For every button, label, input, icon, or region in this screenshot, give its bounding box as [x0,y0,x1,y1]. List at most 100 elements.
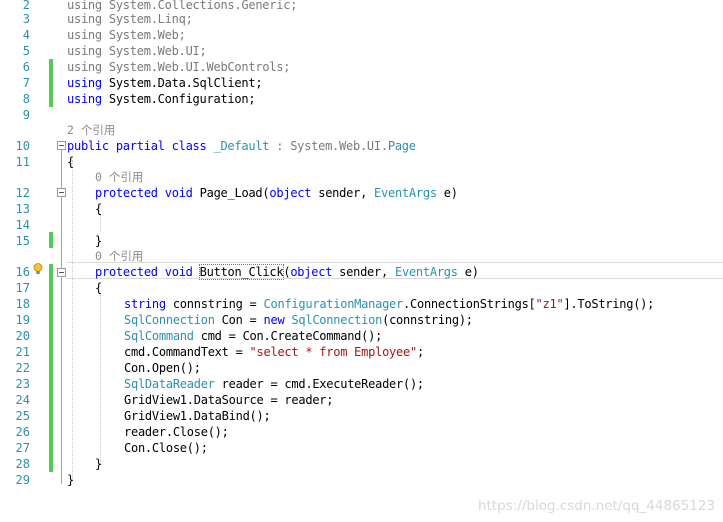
code-line-12: 12 protected void Page_Load(object sende… [0,185,723,201]
code-line-15: 15 } [0,233,723,249]
close-brace: } [67,473,74,487]
namespace: System.Configuration; [108,92,256,106]
type-name: SqlDataReader [124,377,215,391]
line-number: 7 [22,76,30,90]
code-line-4: 4 using System.Web; [0,27,723,43]
param-type: EventArgs [394,265,458,279]
line-number: 3 [22,12,30,26]
type-name: ConfigurationManager [263,297,404,311]
line-number: 23 [15,377,30,391]
code-text: Con.Close(); [124,441,208,455]
line-number: 15 [15,234,30,248]
codelens-class[interactable]: 2 个引用 [0,122,723,138]
method-modifiers: protected void [95,186,193,200]
code-text: Con.Open(); [124,361,201,375]
namespace: System.Web; [108,28,186,42]
watermark: https://blog.csdn.net/qq_44865123 [477,498,715,514]
code-line-23: 23 SqlDataReader reader = cmd.ExecuteRea… [0,376,723,392]
open-brace: { [67,155,74,169]
line-number: 28 [15,457,30,471]
code-text: ; [416,345,424,359]
code-line-10: 10 public partial class _Default : Syste… [0,138,723,154]
references-count[interactable]: 0 个引用 [95,248,143,264]
code-line-3: 3 using System.Linq; [0,11,723,27]
code-line-8: 8 using System.Configuration; [0,91,723,107]
param-text: e) [457,265,479,279]
line-number: 12 [15,186,30,200]
code-line-5: 5 using System.Web.UI; [0,43,723,59]
namespace: System.Linq; [108,12,193,26]
line-number: 10 [15,139,30,153]
code-text: cmd.CommandText = [124,345,250,359]
line-number: 27 [15,441,30,455]
namespace: System.Data.SqlClient; [108,76,263,90]
code-line-24: 24 GridView1.DataSource = reader; [0,392,723,408]
line-number: 20 [15,329,30,343]
code-text: reader.Close(); [124,425,229,439]
line-number: 4 [22,28,30,42]
namespace: System.Web.UI.WebControls; [108,60,291,74]
code-text: GridView1.DataBind(); [124,409,271,423]
object-keyword: object [290,265,333,279]
codelens-page-load[interactable]: 0 个引用 [0,169,723,185]
line-number: 16 [15,265,30,279]
code-line-14: 14 [0,217,723,233]
base-namespace: : System.Web.UI. [269,139,388,153]
code-text: cmd = Con.CreateCommand(); [193,329,383,343]
param-text: sender, [311,186,375,200]
code-line-11: 11 { [0,154,723,170]
code-editor[interactable]: 2 using System.Collections.Generic; 3 us… [0,0,723,522]
close-brace: } [95,457,102,471]
code-line-17: 17 { [0,280,723,296]
line-number: 18 [15,297,30,311]
method-name: Page_Load( [192,186,270,200]
using-keyword: using [67,76,102,90]
line-number: 19 [15,313,30,327]
base-class: Page [387,139,416,153]
line-number: 13 [15,202,30,216]
line-number: 11 [15,155,30,169]
param-text: e) [436,186,458,200]
code-text: (connstring); [382,313,473,327]
method-modifiers: protected void [95,265,193,279]
line-number: 22 [15,361,30,375]
close-brace: } [95,234,102,248]
code-text: ].ToString(); [563,297,655,311]
code-text: GridView1.DataSource = reader; [124,393,334,407]
string-literal: "select * from Employee" [249,345,418,359]
open-brace: { [95,202,102,216]
code-line-7: 7 using System.Data.SqlClient; [0,75,723,91]
code-line-6: 6 using System.Web.UI.WebControls; [0,59,723,75]
code-line-28: 28 } [0,456,723,472]
code-text: reader = cmd.ExecuteReader(); [214,377,425,391]
new-keyword: new [263,313,285,327]
code-line-19: 19 SqlConnection Con = new SqlConnection… [0,312,723,328]
type-name: SqlConnection [284,313,383,327]
references-count[interactable]: 2 个引用 [67,122,115,138]
code-line-18: 18 string connstring = ConfigurationMana… [0,296,723,312]
param-text: sender, [332,265,395,279]
code-text: Con = [214,313,264,327]
code-line-27: 27 Con.Close(); [0,440,723,456]
line-number: 8 [22,92,30,106]
references-count[interactable]: 0 个引用 [95,169,143,185]
line-number: 21 [15,345,30,359]
code-line-16: 16 protected void Button_Click(object se… [0,264,723,280]
type-name: SqlCommand [124,329,194,343]
string-keyword: string [124,297,166,311]
line-number: 26 [15,425,30,439]
namespace: System.Web.UI; [108,44,207,58]
class-name: _Default [213,139,270,153]
code-line-20: 20 SqlCommand cmd = Con.CreateCommand(); [0,328,723,344]
line-number: 17 [15,281,30,295]
method-name-highlighted[interactable]: Button_Click [198,264,285,280]
type-name: SqlConnection [124,313,215,327]
line-number: 6 [22,60,30,74]
line-number: 5 [22,44,30,58]
object-keyword: object [269,186,312,200]
codelens-button-click[interactable]: 0 个引用 [0,248,723,264]
string-literal: "z1" [535,297,564,311]
code-line-26: 26 reader.Close(); [0,424,723,440]
code-line-9: 9 [0,107,723,123]
code-text: connstring = [165,297,264,311]
